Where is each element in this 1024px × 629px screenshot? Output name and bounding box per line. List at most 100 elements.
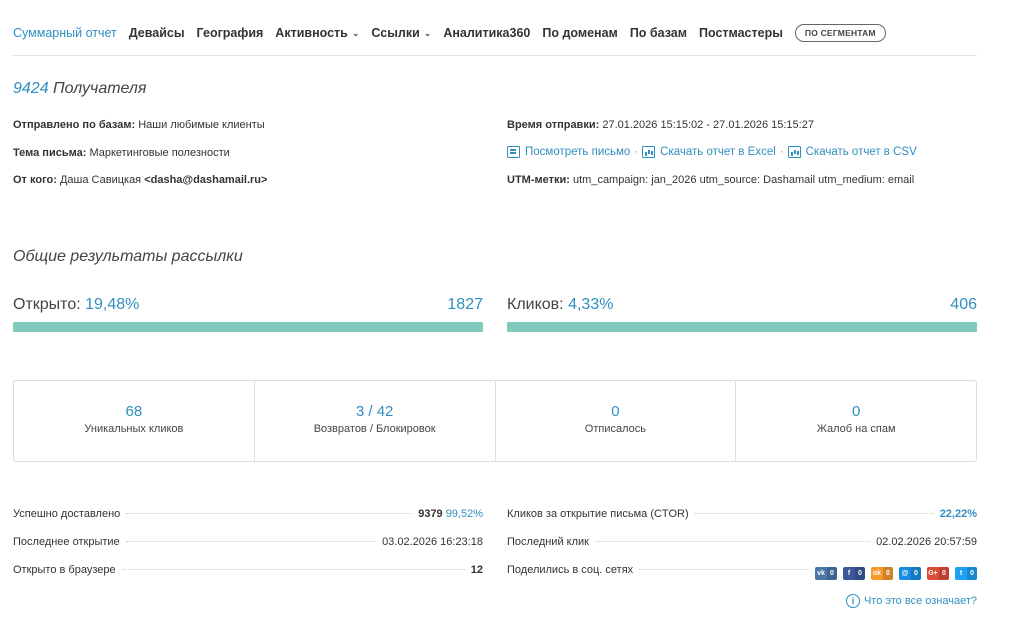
opened-count[interactable]: 1827 [447, 296, 483, 314]
report-links: Посмотреть письмо · Скачать отчет в Exce… [507, 146, 917, 158]
separator: · [634, 146, 639, 158]
vk-share-counter[interactable]: vk 0 [815, 567, 837, 580]
section-title: Общие результаты рассылки [13, 248, 243, 265]
twitter-icon: t [959, 570, 963, 577]
sender-email: <dasha@dashamail.ru> [144, 174, 268, 186]
nav-devices[interactable]: Девайсы [129, 24, 185, 42]
mailru-icon: @ [901, 570, 909, 577]
share-count: 0 [911, 567, 921, 580]
social-share-counters: vk 0 f 0 ok 0 @0 G+ 0 t 0 [815, 567, 977, 580]
stat-unique-clicks: 68 Уникальных кликов [14, 381, 255, 461]
detail-label: Последнее открытие [13, 536, 120, 548]
detail-delivered: Успешно доставлено 9379 99,52% [13, 508, 483, 536]
nav-summary-report[interactable]: Суммарный отчет [13, 24, 117, 42]
googleplus-share-counter[interactable]: G+ 0 [927, 567, 949, 580]
detail-last-click: Последний клик 02.02.2026 20:57:59 [507, 536, 977, 564]
stat-value[interactable]: 0 [496, 403, 736, 421]
nav-analytics360[interactable]: Аналитика360 [443, 24, 530, 42]
twitter-share-counter[interactable]: t0 [955, 567, 977, 580]
by-segments-button[interactable]: ПО СЕГМЕНТАМ [794, 24, 886, 42]
nav-activity-label: Активность [275, 26, 348, 40]
detail-ctor: Кликов за открытие письма (CTOR) 22,22% [507, 508, 977, 536]
nav-activity[interactable]: Активность ⌄ [275, 24, 359, 43]
clicks-count[interactable]: 406 [950, 296, 977, 314]
opened-percent: 19,48% [85, 296, 140, 313]
info-value: Даша Савицкая [59, 174, 142, 186]
opened-label: Открыто: [13, 296, 81, 313]
detail-opened-in-browser: Открыто в браузере 12 [13, 564, 483, 592]
stat-value[interactable]: 68 [14, 403, 254, 421]
clicks-block: Кликов: 4,33% 406 [507, 296, 977, 332]
download-excel-link[interactable]: Скачать отчет в Excel [660, 146, 776, 158]
nav-by-domains[interactable]: По доменам [542, 24, 617, 42]
top-nav: Суммарный отчет Девайсы География Активн… [13, 24, 977, 56]
stats-panel: 68 Уникальных кликов 3 / 42 Возвратов / … [13, 380, 977, 462]
facebook-share-counter[interactable]: f0 [843, 567, 865, 580]
stat-bounces-blocks: 3 / 42 Возвратов / Блокировок [255, 381, 496, 461]
excel-chart-icon [642, 146, 656, 158]
share-count: 0 [967, 567, 977, 580]
dotted-leader [121, 569, 465, 570]
help-link[interactable]: i Что это все означает? [845, 594, 977, 608]
detail-label: Открыто в браузере [13, 564, 116, 576]
dotted-leader [594, 541, 871, 542]
info-value: Маркетинговые полезности [89, 147, 230, 159]
nav-links[interactable]: Ссылки ⌄ [371, 24, 431, 43]
csv-chart-icon [787, 146, 801, 158]
info-subject: Тема письма: Маркетинговые полезности [13, 147, 230, 159]
opened-block: Открыто: 19,48% 1827 [13, 296, 483, 332]
info-send-time: Время отправки: 27.01.2026 15:15:02 - 27… [507, 119, 814, 131]
detail-label: Последний клик [507, 536, 589, 548]
clicks-label: Кликов: [507, 296, 564, 313]
nav-geography[interactable]: География [197, 24, 264, 42]
googleplus-icon: G+ [928, 570, 938, 577]
info-key: UTM-метки: [507, 174, 570, 186]
mailru-share-counter[interactable]: @0 [899, 567, 921, 580]
letter-icon [507, 146, 520, 158]
view-letter-link[interactable]: Посмотреть письмо [525, 146, 630, 158]
recipients-label: Получателя [53, 80, 147, 97]
info-key: Тема письма: [13, 147, 87, 159]
detail-extra: 99,52% [445, 508, 483, 520]
detail-value: 22,22% [939, 508, 977, 520]
separator: · [779, 146, 784, 158]
nav-postmasters[interactable]: Постмастеры [699, 24, 783, 42]
detail-label: Кликов за открытие письма (CTOR) [507, 508, 689, 520]
info-value: 27.01.2026 15:15:02 - 27.01.2026 15:15:2… [602, 119, 814, 131]
download-csv-link[interactable]: Скачать отчет в CSV [806, 146, 917, 158]
dotted-leader [639, 569, 809, 570]
recipients-count: 9424 [13, 80, 49, 97]
detail-value: 03.02.2026 16:23:18 [382, 536, 483, 548]
odnoklassniki-share-counter[interactable]: ok 0 [871, 567, 893, 580]
stat-label: Жалоб на спам [816, 423, 896, 435]
info-key: Время отправки: [507, 119, 600, 131]
stat-label: Отписалось [584, 423, 646, 435]
dotted-leader [694, 513, 934, 514]
details-left: Успешно доставлено 9379 99,52% Последнее … [13, 508, 483, 592]
stat-unsubscribed: 0 Отписалось [496, 381, 737, 461]
stat-label: Возвратов / Блокировок [313, 423, 436, 435]
opened-progress-bar [13, 322, 483, 332]
info-icon: i [845, 594, 860, 608]
nav-by-bases[interactable]: По базам [630, 24, 687, 42]
share-count: 0 [939, 567, 949, 580]
stat-spam-complaints: 0 Жалоб на спам [736, 381, 976, 461]
share-count: 0 [883, 567, 893, 580]
info-value: utm_campaign: jan_2026 utm_source: Dasha… [572, 174, 915, 186]
clicks-percent: 4,33% [568, 296, 614, 313]
stat-value[interactable]: 3 / 42 [255, 403, 495, 421]
detail-shared-social: Поделились в соц. сетях vk 0 f 0 ok 0 @0 G+ 0 t 0 [507, 564, 977, 592]
opened-progress-fill [13, 322, 483, 332]
info-sent-to-bases: Отправлено по базам: Наши любимые клиент… [13, 119, 265, 131]
info-key: От кого: [13, 174, 57, 186]
nav-links-label: Ссылки [371, 26, 420, 40]
chevron-down-icon: ⌄ [351, 28, 360, 38]
facebook-icon: f [847, 570, 851, 577]
stat-value[interactable]: 0 [736, 403, 976, 421]
chevron-down-icon: ⌄ [423, 28, 432, 38]
detail-last-open: Последнее открытие 03.02.2026 16:23:18 [13, 536, 483, 564]
detail-value: 02.02.2026 20:57:59 [876, 536, 977, 548]
share-count: 0 [855, 567, 865, 580]
detail-label: Успешно доставлено [13, 508, 121, 520]
clicks-progress-bar [507, 322, 977, 332]
